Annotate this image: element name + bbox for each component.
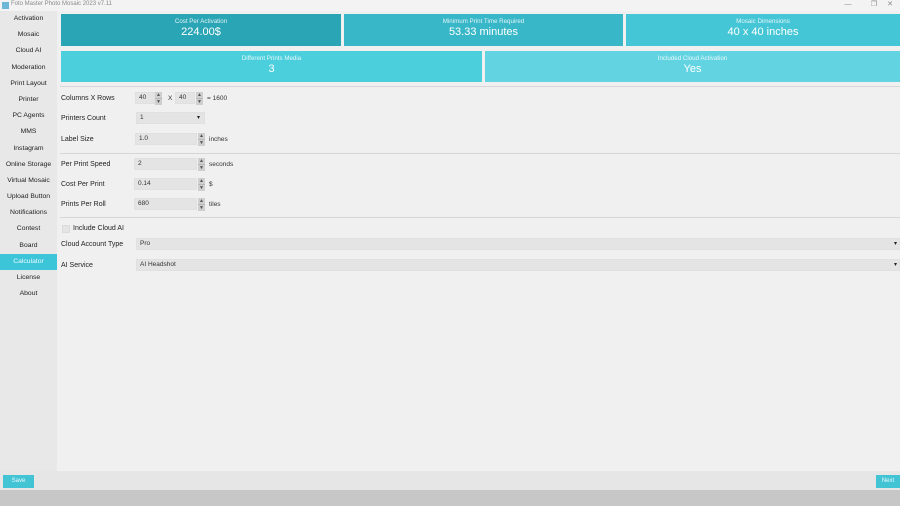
sidebar-item-moderation[interactable]: Moderation — [0, 60, 57, 76]
per-print-speed-unit: seconds — [209, 161, 234, 168]
down-arrow-icon[interactable]: ▼ — [198, 140, 205, 147]
sidebar-item-notifications[interactable]: Notifications — [0, 205, 57, 221]
card-label: Mosaic Dimensions — [736, 18, 790, 25]
per-print-speed-label: Per Print Speed — [61, 161, 111, 168]
label-size-stepper[interactable]: ▲ ▼ — [198, 133, 205, 146]
sidebar-item-about[interactable]: About — [0, 286, 57, 302]
mosaic-dimensions-card: Mosaic Dimensions 40 x 40 inches — [626, 14, 900, 46]
up-arrow-icon[interactable]: ▲ — [155, 92, 162, 99]
divider — [60, 86, 900, 87]
sidebar: Activation Mosaic Cloud AI Moderation Pr… — [0, 11, 57, 471]
sidebar-item-cloud-ai[interactable]: Cloud AI — [0, 43, 57, 59]
up-arrow-icon[interactable]: ▲ — [198, 158, 205, 165]
card-label: Cost Per Activation — [174, 18, 228, 25]
card-label: Different Prints Media — [241, 55, 302, 62]
up-arrow-icon[interactable]: ▲ — [198, 178, 205, 185]
sidebar-item-instagram[interactable]: Instagram — [0, 141, 57, 157]
down-arrow-icon[interactable]: ▼ — [198, 185, 205, 192]
chevron-down-icon[interactable]: ▾ — [197, 114, 200, 121]
columns-rows-label: Columns X Rows — [61, 95, 115, 102]
sidebar-item-mosaic[interactable]: Mosaic — [0, 27, 57, 43]
columns-stepper[interactable]: ▲ ▼ — [155, 92, 162, 105]
min-print-time-card: Minimum Print Time Required 53.33 minute… — [344, 14, 623, 46]
down-arrow-icon[interactable]: ▼ — [198, 165, 205, 172]
sidebar-item-license[interactable]: License — [0, 270, 57, 286]
sidebar-item-mms[interactable]: MMS — [0, 124, 57, 140]
sidebar-item-pc-agents[interactable]: PC Agents — [0, 108, 57, 124]
cloud-account-type-select[interactable]: Pro — [136, 238, 900, 250]
close-icon[interactable]: ✕ — [880, 0, 900, 10]
cost-per-print-input[interactable]: 0.14 — [134, 178, 197, 190]
taskbar — [0, 490, 900, 506]
label-size-label: Label Size — [61, 136, 94, 143]
rows-stepper[interactable]: ▲ ▼ — [196, 92, 203, 105]
cost-per-print-stepper[interactable]: ▲ ▼ — [198, 178, 205, 191]
per-print-speed-input[interactable]: 2 — [134, 158, 197, 170]
different-prints-card: Different Prints Media 3 — [61, 51, 482, 82]
sidebar-item-online-storage[interactable]: Online Storage — [0, 157, 57, 173]
card-value: Yes — [683, 63, 702, 75]
printers-count-select[interactable]: 1 — [136, 112, 205, 124]
sidebar-item-printer[interactable]: Printer — [0, 92, 57, 108]
prints-per-roll-unit: tiles — [209, 201, 221, 208]
rows-input[interactable]: 40 — [175, 92, 195, 104]
sidebar-item-calculator[interactable]: Calculator — [0, 253, 57, 270]
per-print-speed-stepper[interactable]: ▲ ▼ — [198, 158, 205, 171]
sidebar-item-contest[interactable]: Contest — [0, 221, 57, 237]
ai-service-select[interactable]: AI Headshot — [136, 259, 900, 271]
sidebar-item-board[interactable]: Board — [0, 238, 57, 254]
card-label: Included Cloud Activation — [657, 55, 728, 62]
ai-service-label: AI Service — [61, 262, 93, 269]
sidebar-item-virtual-mosaic[interactable]: Virtual Mosaic — [0, 173, 57, 189]
up-arrow-icon[interactable]: ▲ — [198, 133, 205, 140]
prints-per-roll-stepper[interactable]: ▲ ▼ — [198, 198, 205, 211]
cost-per-activation-card: Cost Per Activation 224.00$ — [61, 14, 341, 46]
up-arrow-icon[interactable]: ▲ — [198, 198, 205, 205]
sidebar-item-upload-button[interactable]: Upload Button — [0, 189, 57, 205]
up-arrow-icon[interactable]: ▲ — [196, 92, 203, 99]
window-title: Foto Master Photo Mosaic 2023 v7.11 — [11, 1, 112, 7]
sidebar-item-activation[interactable]: Activation — [0, 11, 57, 27]
title-bar: Foto Master Photo Mosaic 2023 v7.11 — ❐ … — [0, 0, 900, 11]
chevron-down-icon[interactable]: ▾ — [894, 240, 897, 247]
divider — [60, 217, 900, 218]
down-arrow-icon[interactable]: ▼ — [155, 99, 162, 106]
chevron-down-icon[interactable]: ▾ — [894, 261, 897, 268]
label-size-unit: inches — [209, 136, 228, 143]
columns-input[interactable]: 40 — [135, 92, 155, 104]
app-icon — [2, 2, 9, 9]
next-button[interactable]: Next — [876, 475, 900, 488]
card-value: 3 — [268, 63, 275, 75]
bottom-bar — [0, 471, 900, 490]
x-separator: X — [168, 95, 173, 102]
down-arrow-icon[interactable]: ▼ — [198, 205, 205, 212]
cost-per-print-label: Cost Per Print — [61, 181, 105, 188]
cloud-activation-card: Included Cloud Activation Yes — [485, 51, 900, 82]
save-button[interactable]: Save — [3, 475, 34, 488]
cloud-account-type-label: Cloud Account Type — [61, 241, 124, 248]
cost-per-print-unit: $ — [209, 181, 213, 188]
divider — [60, 153, 900, 154]
printers-count-label: Printers Count — [61, 115, 106, 122]
card-value: 40 x 40 inches — [727, 26, 799, 38]
include-cloud-ai-label: Include Cloud AI — [73, 225, 124, 232]
include-cloud-ai-checkbox[interactable] — [62, 225, 70, 233]
minimize-icon[interactable]: — — [838, 0, 858, 10]
down-arrow-icon[interactable]: ▼ — [196, 99, 203, 106]
prints-per-roll-input[interactable]: 680 — [134, 198, 197, 210]
card-value: 224.00$ — [181, 26, 221, 38]
sidebar-item-print-layout[interactable]: Print Layout — [0, 76, 57, 92]
total-tiles: = 1600 — [207, 95, 228, 102]
card-value: 53.33 minutes — [448, 26, 519, 38]
label-size-input[interactable]: 1.0 — [135, 133, 197, 145]
card-label: Minimum Print Time Required — [442, 18, 525, 25]
prints-per-roll-label: Prints Per Roll — [61, 201, 106, 208]
